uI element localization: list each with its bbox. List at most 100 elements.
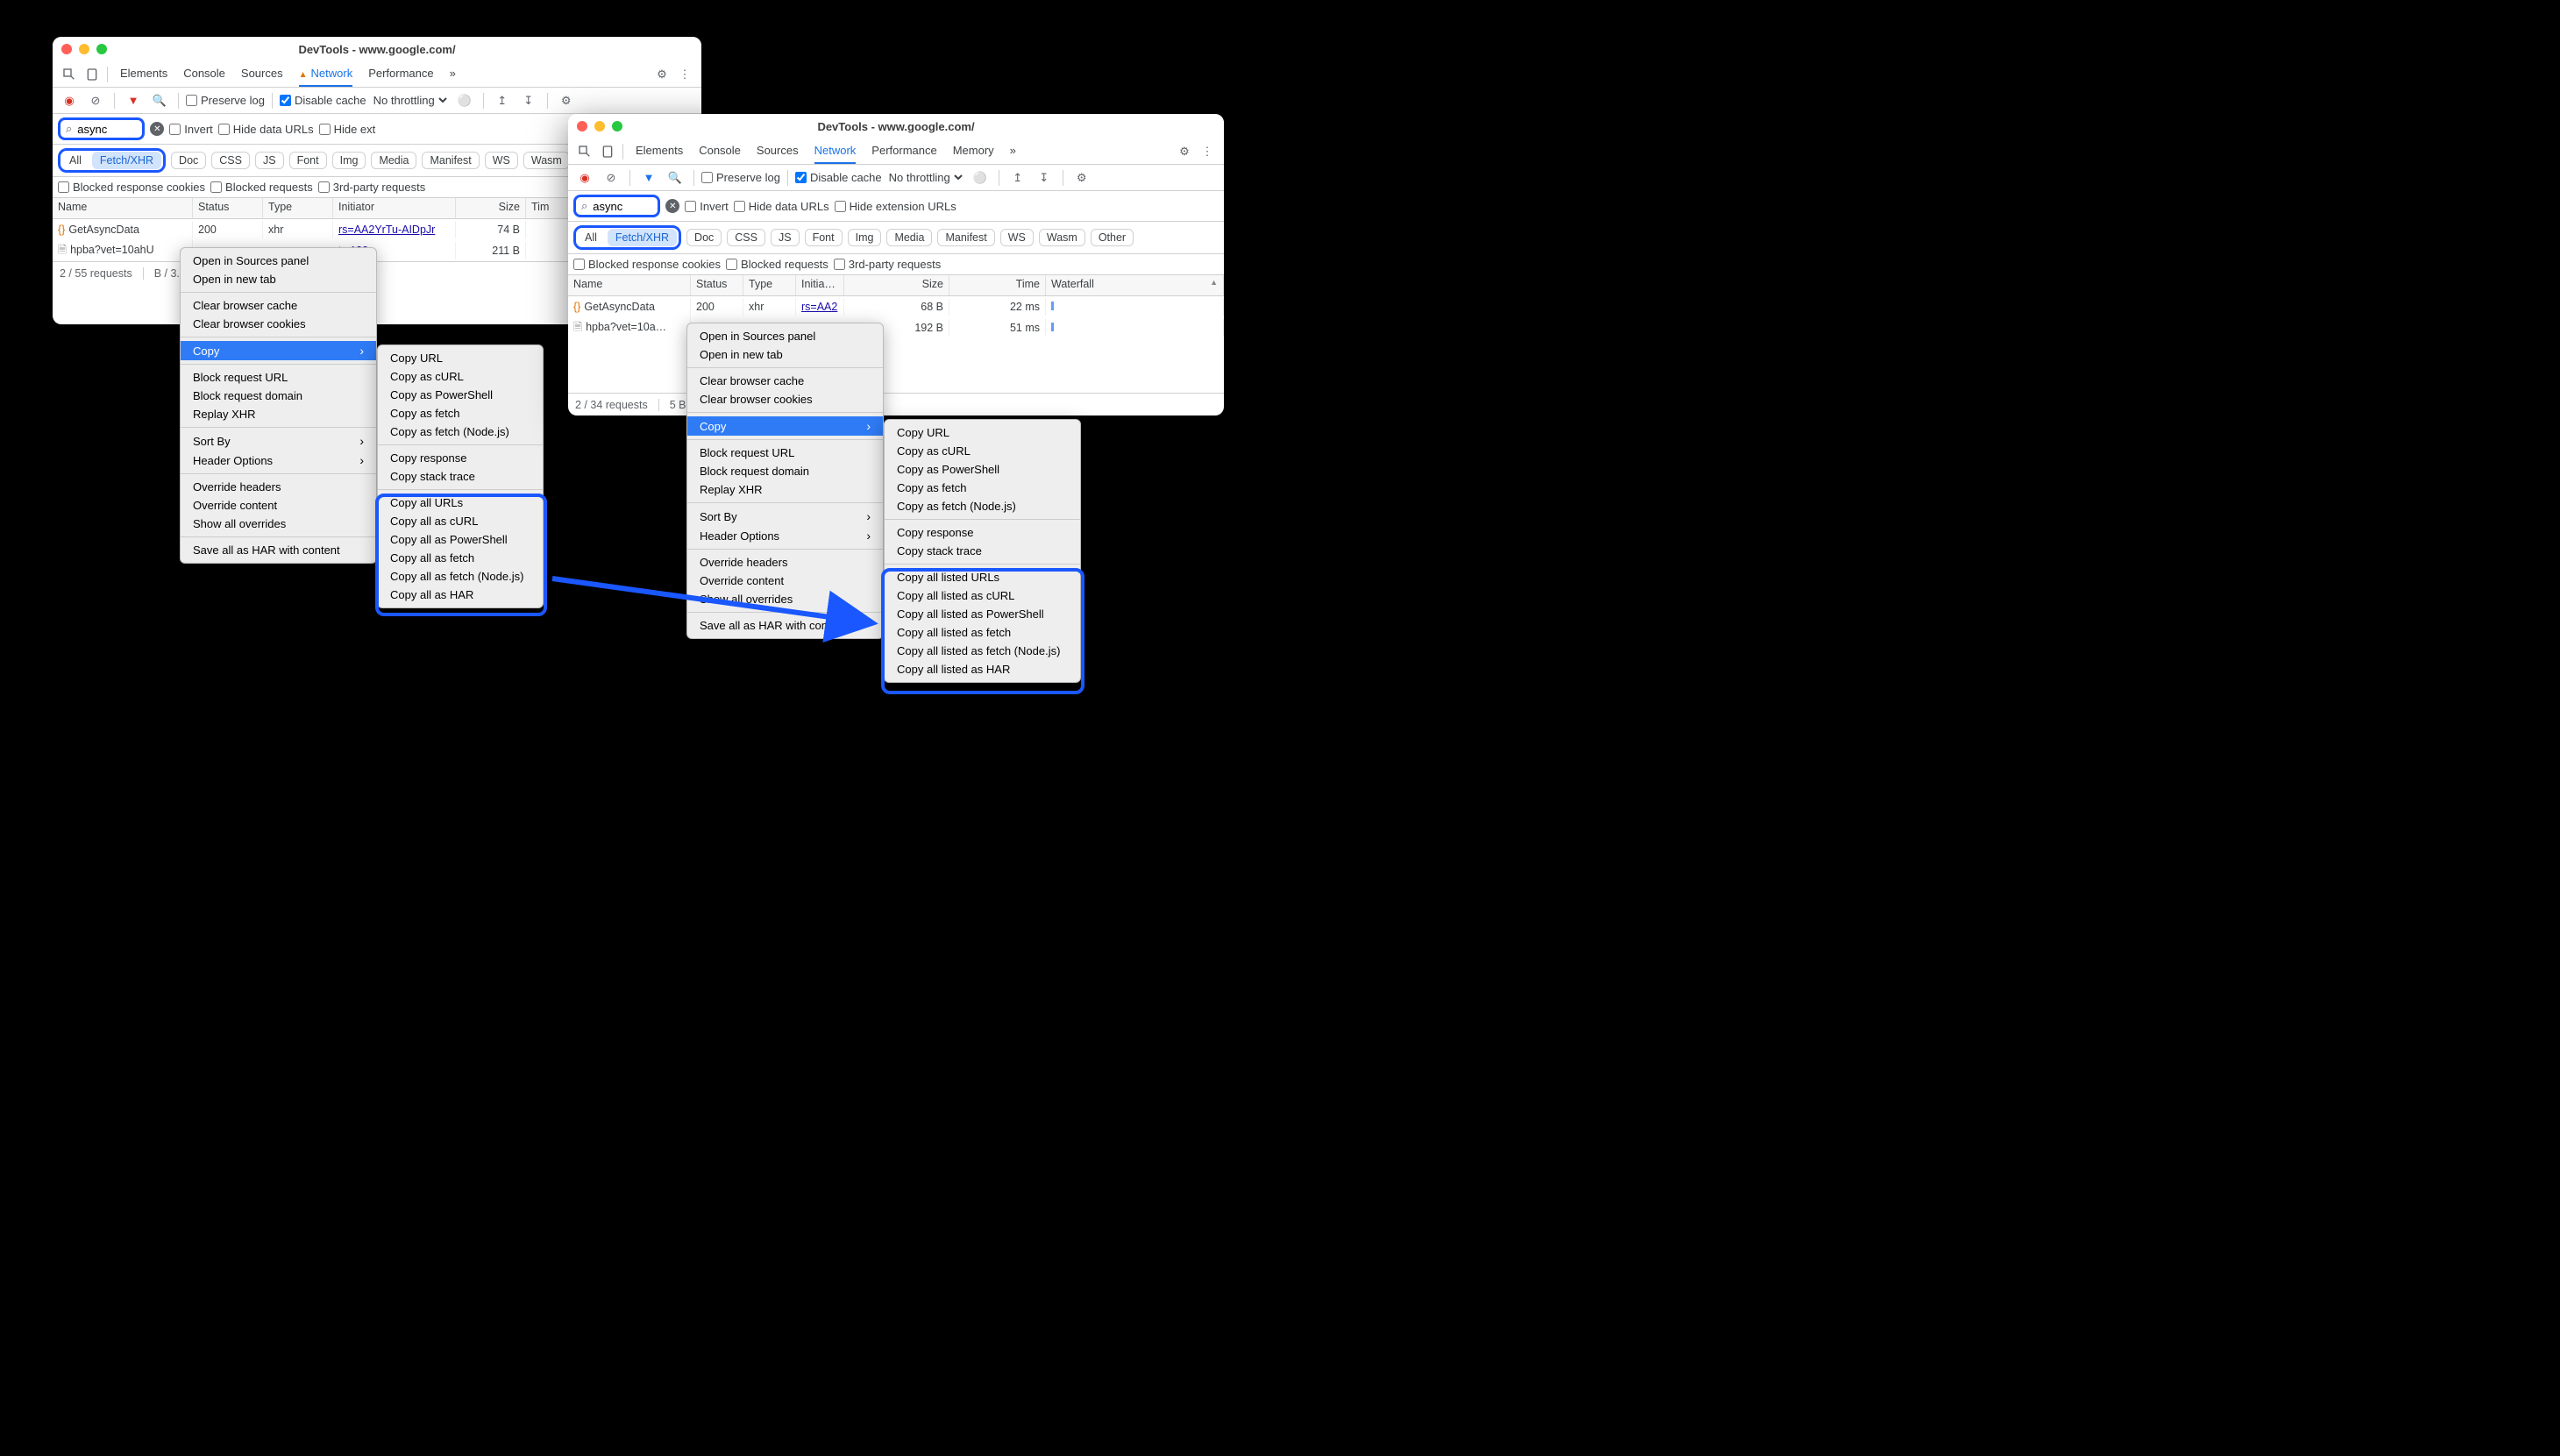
gear-icon[interactable]: ⚙ (555, 89, 578, 112)
zoom-icon[interactable] (96, 44, 107, 54)
ctx-override-headers[interactable]: Override headers (687, 553, 883, 572)
upload-icon[interactable]: ↥ (491, 89, 514, 112)
gear-icon[interactable]: ⚙ (1070, 167, 1093, 189)
record-icon[interactable]: ◉ (573, 167, 596, 189)
col-initiator[interactable]: Initiator (333, 198, 456, 218)
tab-performance[interactable]: Performance (871, 138, 936, 164)
minimize-icon[interactable] (594, 121, 605, 131)
clear-icon[interactable]: ⊘ (600, 167, 622, 189)
tab-console[interactable]: Console (699, 138, 741, 164)
ctx-open-sources[interactable]: Open in Sources panel (181, 252, 376, 270)
ctx-copy-fetch-node[interactable]: Copy as fetch (Node.js) (885, 497, 1080, 515)
ctx-header-opts[interactable]: Header Options (181, 451, 376, 470)
clear-filter-icon[interactable]: ✕ (665, 199, 679, 213)
inspect-icon[interactable] (573, 140, 596, 163)
pill-media[interactable]: Media (371, 152, 416, 169)
ctx-copy-all-fetch-node[interactable]: Copy all as fetch (Node.js) (378, 567, 543, 586)
pill-img[interactable]: Img (848, 229, 882, 246)
kebab-icon[interactable]: ⋮ (673, 63, 696, 86)
ctx-override-content[interactable]: Override content (687, 572, 883, 590)
ctx-copy-all-fetch[interactable]: Copy all listed as fetch (885, 623, 1080, 642)
tab-more[interactable]: » (450, 61, 456, 87)
download-icon[interactable]: ↧ (1033, 167, 1056, 189)
inspect-icon[interactable] (58, 63, 81, 86)
clear-filter-icon[interactable]: ✕ (150, 122, 164, 136)
gear-icon[interactable]: ⚙ (1173, 140, 1196, 163)
table-row[interactable]: {}GetAsyncData 200 xhr rs=AA2 68 B 22 ms (568, 296, 1224, 317)
ctx-override-content[interactable]: Override content (181, 496, 376, 515)
pill-wasm[interactable]: Wasm (523, 152, 570, 169)
throttling-select[interactable]: No throttling (885, 170, 965, 185)
ctx-copy-url[interactable]: Copy URL (885, 423, 1080, 442)
download-icon[interactable]: ↧ (517, 89, 540, 112)
tab-memory[interactable]: Memory (953, 138, 994, 164)
ctx-override-headers[interactable]: Override headers (181, 478, 376, 496)
throttling-select[interactable]: No throttling (370, 93, 450, 108)
pill-font[interactable]: Font (805, 229, 843, 246)
tab-sources[interactable]: Sources (757, 138, 799, 164)
filter-input[interactable] (75, 122, 137, 137)
blocked-requests-checkbox[interactable]: Blocked requests (726, 258, 828, 271)
ctx-copy-fetch-node[interactable]: Copy as fetch (Node.js) (378, 423, 543, 441)
disable-cache-checkbox[interactable]: Disable cache (280, 94, 366, 107)
ctx-block-domain[interactable]: Block request domain (181, 387, 376, 405)
ctx-sort[interactable]: Sort By (181, 431, 376, 451)
pill-js[interactable]: JS (255, 152, 284, 169)
ctx-copy-curl[interactable]: Copy as cURL (885, 442, 1080, 460)
pill-doc[interactable]: Doc (686, 229, 722, 246)
preserve-log-checkbox[interactable]: Preserve log (701, 171, 780, 184)
hide-ext-urls-checkbox[interactable]: Hide ext (319, 123, 376, 136)
ctx-show-overrides[interactable]: Show all overrides (687, 590, 883, 608)
tab-sources[interactable]: Sources (241, 61, 283, 87)
ctx-open-tab[interactable]: Open in new tab (687, 345, 883, 364)
hide-data-urls-checkbox[interactable]: Hide data URLs (734, 200, 829, 213)
invert-checkbox[interactable]: Invert (169, 123, 213, 136)
ctx-copy-all-curl[interactable]: Copy all as cURL (378, 512, 543, 530)
minimize-icon[interactable] (79, 44, 89, 54)
tab-elements[interactable]: Elements (120, 61, 167, 87)
kebab-icon[interactable]: ⋮ (1196, 140, 1219, 163)
tab-more[interactable]: » (1010, 138, 1016, 164)
pill-img[interactable]: Img (332, 152, 366, 169)
ctx-clear-cache[interactable]: Clear browser cache (687, 372, 883, 390)
ctx-block-url[interactable]: Block request URL (687, 444, 883, 462)
col-name[interactable]: Name (568, 275, 691, 295)
zoom-icon[interactable] (612, 121, 622, 131)
ctx-clear-cookies[interactable]: Clear browser cookies (687, 390, 883, 408)
blocked-requests-checkbox[interactable]: Blocked requests (210, 181, 313, 194)
pill-css[interactable]: CSS (727, 229, 765, 246)
ctx-copy-ps[interactable]: Copy as PowerShell (885, 460, 1080, 479)
ctx-copy-all-har[interactable]: Copy all listed as HAR (885, 660, 1080, 678)
ctx-clear-cookies[interactable]: Clear browser cookies (181, 315, 376, 333)
pill-other[interactable]: Other (1091, 229, 1134, 246)
ctx-open-sources[interactable]: Open in Sources panel (687, 327, 883, 345)
ctx-copy-all-fetch[interactable]: Copy all as fetch (378, 549, 543, 567)
tab-network[interactable]: Network (299, 61, 353, 87)
table-row[interactable]: 🗎hpba?vet=10a… 192 B 51 ms (568, 317, 1224, 338)
close-icon[interactable] (61, 44, 72, 54)
hide-data-urls-checkbox[interactable]: Hide data URLs (218, 123, 314, 136)
ctx-replay[interactable]: Replay XHR (687, 480, 883, 499)
ctx-show-overrides[interactable]: Show all overrides (181, 515, 376, 533)
ctx-save-har[interactable]: Save all as HAR with content (687, 616, 883, 635)
col-size[interactable]: Size (456, 198, 526, 218)
ctx-replay[interactable]: Replay XHR (181, 405, 376, 423)
ctx-copy-all-ps[interactable]: Copy all listed as PowerShell (885, 605, 1080, 623)
col-name[interactable]: Name (53, 198, 193, 218)
ctx-header-opts[interactable]: Header Options (687, 526, 883, 545)
blocked-cookies-checkbox[interactable]: Blocked response cookies (58, 181, 205, 194)
tab-network[interactable]: Network (814, 138, 857, 164)
third-party-checkbox[interactable]: 3rd-party requests (318, 181, 426, 194)
ctx-copy-all-curl[interactable]: Copy all listed as cURL (885, 586, 1080, 605)
pill-manifest[interactable]: Manifest (937, 229, 994, 246)
ctx-block-url[interactable]: Block request URL (181, 368, 376, 387)
pill-media[interactable]: Media (886, 229, 932, 246)
clear-icon[interactable]: ⊘ (84, 89, 107, 112)
ctx-copy-stack[interactable]: Copy stack trace (885, 542, 1080, 560)
search-icon[interactable]: 🔍 (664, 167, 686, 189)
ctx-copy[interactable]: Copy (181, 341, 376, 360)
ctx-copy-all-urls[interactable]: Copy all URLs (378, 494, 543, 512)
ctx-copy-all-har[interactable]: Copy all as HAR (378, 586, 543, 604)
preserve-log-checkbox[interactable]: Preserve log (186, 94, 265, 107)
ctx-copy[interactable]: Copy (687, 416, 883, 436)
